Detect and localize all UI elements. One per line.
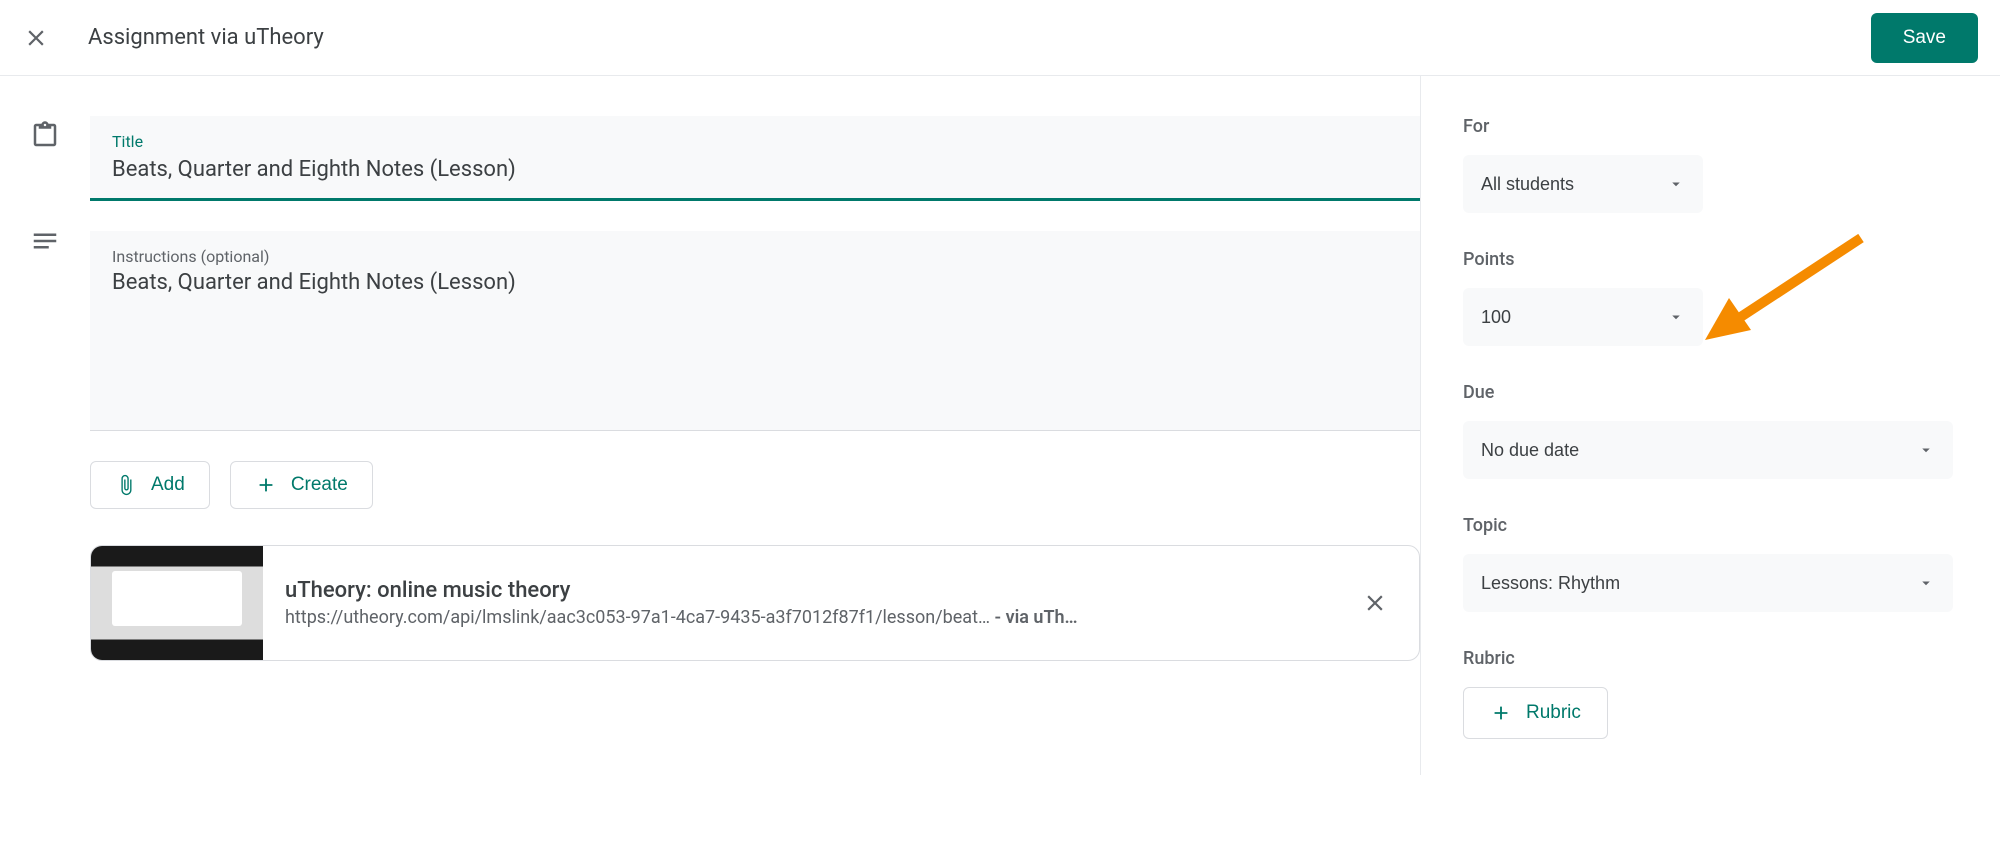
create-button-label: Create — [291, 474, 348, 496]
due-value: No due date — [1481, 440, 1579, 461]
save-button[interactable]: Save — [1871, 13, 1978, 63]
close-icon — [23, 25, 49, 51]
close-icon — [1362, 590, 1388, 616]
title-label: Title — [112, 132, 1398, 151]
plus-icon — [1490, 702, 1512, 724]
points-section: Points 100 — [1463, 249, 1960, 346]
title-input[interactable] — [112, 155, 1398, 188]
rubric-section: Rubric Rubric — [1463, 648, 1960, 739]
rubric-label: Rubric — [1463, 648, 1960, 669]
for-label: For — [1463, 116, 1960, 137]
rubric-button-label: Rubric — [1526, 702, 1581, 724]
points-dropdown[interactable]: 100 — [1463, 288, 1703, 346]
page-title: Assignment via uTheory — [88, 25, 324, 50]
chevron-down-icon — [1917, 441, 1935, 459]
left-icon-rail — [0, 76, 90, 775]
topic-dropdown[interactable]: Lessons: Rhythm — [1463, 554, 1953, 612]
rubric-button[interactable]: Rubric — [1463, 687, 1608, 739]
main-column: Title Instructions (optional) Beats, Qua… — [90, 76, 1420, 775]
topbar: Assignment via uTheory Save — [0, 0, 2000, 76]
sidebar: For All students Points 100 Due No due d… — [1420, 76, 1960, 775]
due-dropdown[interactable]: No due date — [1463, 421, 1953, 479]
add-button[interactable]: Add — [90, 461, 210, 509]
chevron-down-icon — [1917, 574, 1935, 592]
create-button[interactable]: Create — [230, 461, 373, 509]
for-value: All students — [1481, 174, 1574, 195]
for-section: For All students — [1463, 116, 1960, 213]
due-label: Due — [1463, 382, 1960, 403]
attachment-card: uTheory: online music theory https://uth… — [90, 545, 1420, 661]
points-label: Points — [1463, 249, 1960, 270]
attachment-icon — [115, 474, 137, 496]
due-section: Due No due date — [1463, 382, 1960, 479]
points-value: 100 — [1481, 307, 1511, 328]
topic-value: Lessons: Rhythm — [1481, 573, 1620, 594]
attachment-remove-button[interactable] — [1351, 579, 1399, 627]
plus-icon — [255, 474, 277, 496]
action-row: Add Create — [90, 461, 1420, 509]
notes-icon — [30, 226, 60, 256]
attachment-thumbnail[interactable] — [91, 546, 263, 660]
chevron-down-icon — [1667, 308, 1685, 326]
attachment-url: https://utheory.com/api/lmslink/aac3c053… — [285, 607, 1329, 628]
attachment-body[interactable]: uTheory: online music theory https://uth… — [263, 578, 1351, 628]
topic-section: Topic Lessons: Rhythm — [1463, 515, 1960, 612]
assignment-icon — [30, 120, 60, 150]
close-button[interactable] — [12, 14, 60, 62]
instructions-label: Instructions (optional) — [112, 247, 1398, 266]
add-button-label: Add — [151, 474, 185, 496]
title-field[interactable]: Title — [90, 116, 1420, 201]
for-dropdown[interactable]: All students — [1463, 155, 1703, 213]
instructions-textarea[interactable]: Beats, Quarter and Eighth Notes (Lesson) — [112, 268, 1398, 295]
chevron-down-icon — [1667, 175, 1685, 193]
topic-label: Topic — [1463, 515, 1960, 536]
instructions-field[interactable]: Instructions (optional) Beats, Quarter a… — [90, 231, 1420, 431]
attachment-title: uTheory: online music theory — [285, 578, 1329, 603]
